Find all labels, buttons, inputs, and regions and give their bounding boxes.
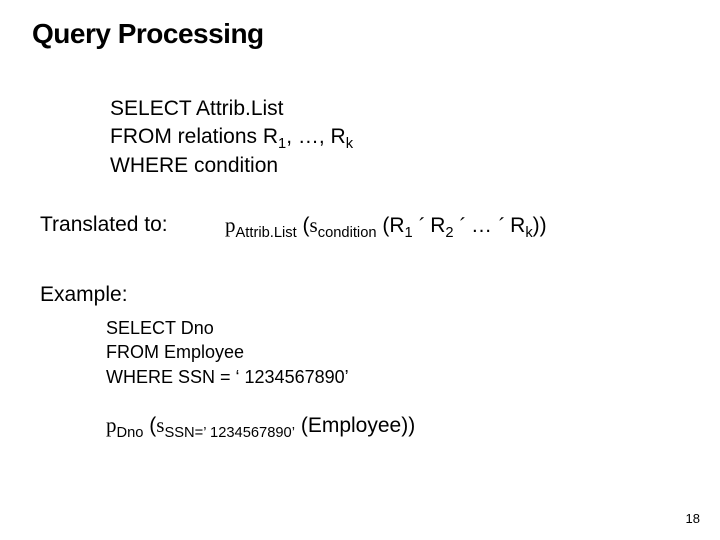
example-sql-line-1: SELECT Dno: [106, 316, 349, 340]
sigma-subscript: condition: [318, 225, 377, 241]
sql-line-2-sub2: k: [346, 137, 353, 153]
pi-subscript-2: Dno: [117, 425, 144, 441]
pi-symbol-2: p: [106, 413, 117, 437]
example-sql-line-2: FROM Employee: [106, 340, 349, 364]
dots: …: [471, 214, 498, 237]
cross-3: ´: [498, 213, 510, 237]
close-parens: )): [533, 214, 547, 237]
open-paren-1: (: [297, 214, 310, 237]
sql-line-2-mid: , …, R: [286, 125, 346, 148]
slide-title: Query Processing: [32, 18, 264, 50]
example-sql-block: SELECT Dno FROM Employee WHERE SSN = ‘ 1…: [106, 316, 349, 389]
r1-sub: 1: [405, 225, 413, 241]
r2-sub: 2: [445, 225, 453, 241]
example-label: Example:: [40, 283, 128, 307]
sql-line-2: FROM relations R1, …, Rk: [110, 123, 353, 151]
open-paren-3: (: [143, 414, 156, 437]
r2: R: [430, 214, 445, 237]
rest-of-formula: (Employee)): [295, 414, 415, 437]
rk-sub: k: [525, 225, 532, 241]
sigma-subscript-2: SSN=’ 1234567890’: [164, 425, 295, 441]
generic-sql-block: SELECT Attrib.List FROM relations R1, …,…: [110, 95, 353, 180]
rk: R: [510, 214, 525, 237]
cross-1: ´: [413, 213, 431, 237]
open-paren-2: (R: [377, 214, 405, 237]
sigma-symbol: s: [310, 213, 318, 237]
sql-line-3: WHERE condition: [110, 152, 353, 180]
slide: Query Processing SELECT Attrib.List FROM…: [0, 0, 720, 540]
sql-line-2-sub1: 1: [278, 137, 286, 153]
sql-line-1: SELECT Attrib.List: [110, 95, 353, 123]
pi-symbol: p: [225, 213, 236, 237]
page-number: 18: [686, 511, 700, 526]
sql-line-2-prefix: FROM relations R: [110, 125, 278, 148]
cross-2: ´: [454, 213, 472, 237]
translation-formula: pAttrib.List (scondition (R1 ´ R2 ´ … ´ …: [225, 213, 547, 238]
example-sql-line-3: WHERE SSN = ‘ 1234567890’: [106, 365, 349, 389]
example-formula: pDno (sSSN=’ 1234567890’ (Employee)): [106, 413, 415, 438]
pi-subscript: Attrib.List: [236, 225, 297, 241]
translated-label: Translated to:: [40, 213, 168, 237]
